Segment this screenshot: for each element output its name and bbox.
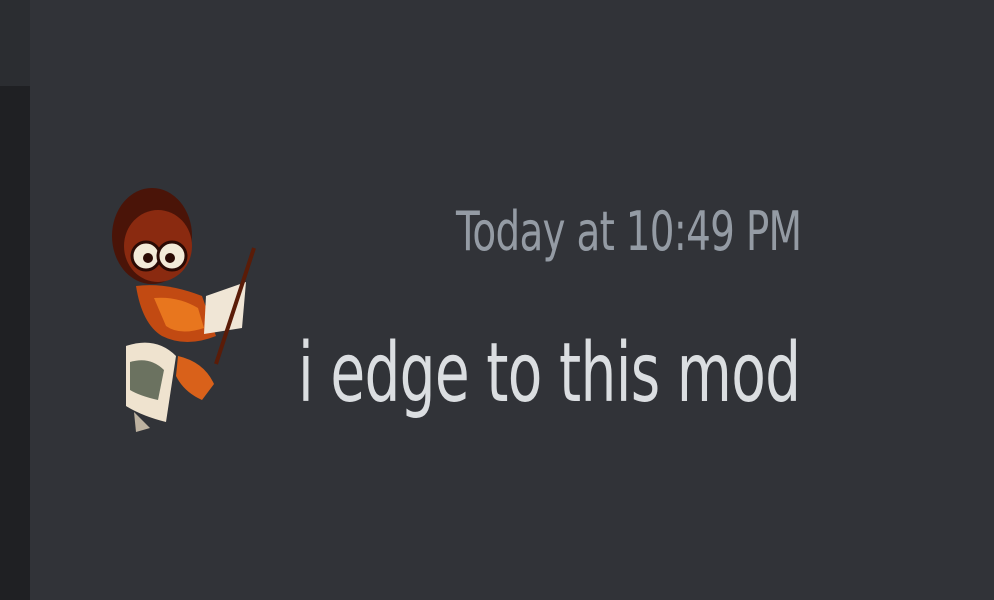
message-timestamp[interactable]: Today at 10:49 PM <box>456 200 802 263</box>
channel-sidebar-top <box>0 0 30 86</box>
user-avatar[interactable] <box>106 186 258 438</box>
message-content: i edge to this mod <box>298 326 801 421</box>
chat-message[interactable]: Today at 10:49 PM i edge to this mod <box>30 0 994 600</box>
channel-sidebar <box>0 86 30 600</box>
chat-view: Today at 10:49 PM i edge to this mod <box>0 0 994 600</box>
cartoon-character-avatar-icon <box>112 188 256 432</box>
